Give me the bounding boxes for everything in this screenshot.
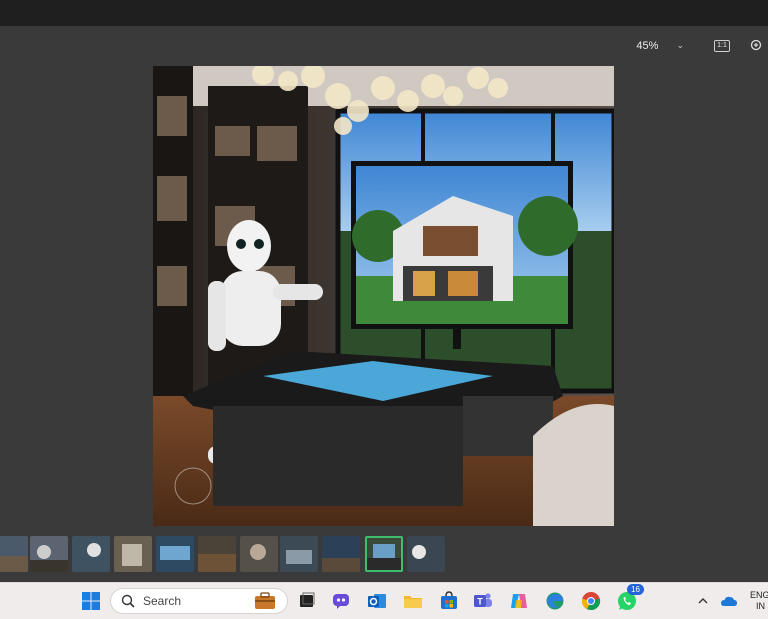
thumbnail-7[interactable]: [240, 536, 278, 572]
thumbnail-11[interactable]: [407, 536, 445, 572]
task-view-icon[interactable]: [294, 588, 320, 614]
filmstrip: [0, 533, 460, 575]
thumbnail-3[interactable]: [72, 536, 110, 572]
main-image: [153, 66, 614, 526]
title-bar: [0, 0, 768, 26]
thumbnail-5[interactable]: [156, 536, 194, 572]
copilot-app-icon[interactable]: [506, 588, 532, 614]
zoom-controls: 45% ⌄ 1:1: [636, 36, 768, 56]
thumbnail-9[interactable]: [322, 536, 360, 572]
taskbar-search[interactable]: Search: [110, 588, 288, 614]
thumbnail-10-selected[interactable]: [365, 536, 403, 572]
briefcase-icon: [255, 592, 275, 609]
thumbnail-8[interactable]: [280, 536, 318, 572]
zoom-level[interactable]: 45%: [636, 40, 658, 52]
language-code: ENG: [750, 590, 768, 600]
thumbnail-1[interactable]: [0, 536, 28, 572]
svg-text:T: T: [477, 597, 483, 607]
language-indicator[interactable]: ENG IN: [750, 590, 768, 612]
chrome-icon[interactable]: [578, 588, 604, 614]
thumbnail-6[interactable]: [198, 536, 236, 572]
actual-size-button[interactable]: 1:1: [714, 40, 730, 52]
search-icon: [121, 594, 135, 608]
search-placeholder: Search: [143, 594, 182, 608]
thumbnail-2[interactable]: [30, 536, 68, 572]
chevron-up-icon[interactable]: [690, 588, 716, 614]
whatsapp-icon[interactable]: 16: [614, 584, 644, 614]
outlook-icon[interactable]: [364, 588, 390, 614]
copilot-icon[interactable]: [328, 588, 354, 614]
teams-icon[interactable]: T: [470, 588, 496, 614]
zoom-in-icon[interactable]: [750, 39, 764, 53]
language-region: IN: [756, 601, 765, 611]
whatsapp-notification-badge: 16: [627, 584, 644, 595]
edge-icon[interactable]: [542, 588, 568, 614]
thumbnail-4[interactable]: [114, 536, 152, 572]
file-explorer-icon[interactable]: [400, 588, 426, 614]
store-icon[interactable]: [436, 588, 462, 614]
windows-start-icon[interactable]: [78, 588, 104, 614]
taskbar: Search T 16 ENG IN: [0, 582, 768, 619]
onedrive-icon[interactable]: [716, 588, 742, 614]
zoom-dropdown-icon[interactable]: ⌄: [676, 41, 684, 51]
